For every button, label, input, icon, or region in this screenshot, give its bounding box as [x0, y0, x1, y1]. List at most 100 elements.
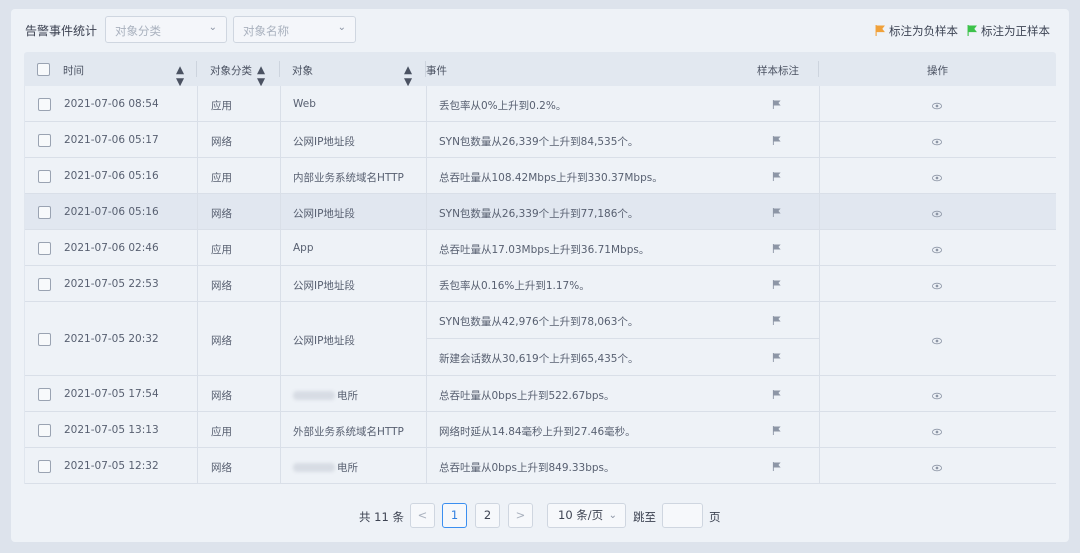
header-sample-mark: 样本标注 — [757, 65, 799, 77]
page-size-select[interactable]: 10 条/页 ⌄ — [547, 503, 626, 528]
row-checkbox[interactable] — [38, 170, 51, 183]
column-divider — [197, 194, 198, 229]
row-checkbox[interactable] — [38, 206, 51, 219]
table-row[interactable]: 2021-07-05 12:32 网络 电所 总吞吐量从0bps上升到849.33bp… — [25, 448, 1056, 484]
row-time: 2021-07-06 05:16 — [64, 170, 159, 182]
flag-icon[interactable] — [772, 135, 781, 145]
header-time: 时间 — [63, 65, 84, 77]
column-divider — [426, 412, 427, 447]
column-divider — [197, 230, 198, 265]
row-object: 内部业务系统域名HTTP — [293, 172, 404, 184]
next-page-button[interactable]: > — [508, 503, 533, 528]
view-eye-icon[interactable] — [932, 335, 942, 345]
table-row[interactable]: 2021-07-06 05:16 应用 内部业务系统域名HTTP 总吞吐量从108.4… — [25, 158, 1056, 194]
flag-icon[interactable] — [772, 171, 781, 181]
flag-icon[interactable] — [772, 243, 781, 253]
row-event: 网络时延从14.84毫秒上升到27.46毫秒。 — [439, 426, 636, 438]
page-1-button[interactable]: 1 — [442, 503, 467, 528]
column-divider — [280, 302, 281, 375]
column-divider — [197, 122, 198, 157]
redacted-text — [293, 391, 335, 400]
view-eye-icon[interactable] — [932, 172, 942, 182]
page-suffix: 页 — [709, 510, 721, 524]
view-eye-icon[interactable] — [932, 426, 942, 436]
chevron-down-icon: ⌄ — [337, 22, 346, 33]
flag-icon[interactable] — [772, 279, 781, 289]
select-all-checkbox[interactable] — [37, 63, 50, 76]
view-eye-icon[interactable] — [932, 244, 942, 254]
row-checkbox[interactable] — [38, 333, 51, 346]
row-time: 2021-07-06 02:46 — [64, 242, 159, 254]
flag-orange-icon — [875, 25, 885, 36]
row-object: Web — [293, 98, 316, 110]
mark-negative-button[interactable]: 标注为负样本 — [875, 23, 958, 39]
table-row[interactable]: 2021-07-06 05:16 网络 公网IP地址段 SYN包数量从26,339个上… — [25, 194, 1056, 230]
column-divider — [819, 412, 820, 447]
flag-icon[interactable] — [772, 207, 781, 217]
header-divider — [196, 61, 197, 77]
column-divider — [280, 158, 281, 193]
view-eye-icon[interactable] — [932, 280, 942, 290]
row-checkbox[interactable] — [38, 388, 51, 401]
view-eye-icon[interactable] — [932, 100, 942, 110]
column-divider — [280, 194, 281, 229]
column-divider — [280, 412, 281, 447]
page-title: 告警事件统计 — [25, 24, 98, 38]
column-divider — [280, 122, 281, 157]
flag-icon[interactable] — [772, 389, 781, 399]
flag-icon[interactable] — [772, 461, 781, 471]
category-select[interactable]: 对象分类 ⌄ — [105, 16, 227, 43]
mark-positive-label: 标注为正样本 — [981, 24, 1050, 38]
column-divider — [819, 376, 820, 411]
table-header: 时间 ▲ ▼ 对象分类 ▲ ▼ 对象 ▲ ▼ 事件 样本标注 操作 — [24, 52, 1056, 88]
row-event: SYN包数量从26,339个上升到84,535个。 — [439, 136, 639, 148]
row-checkbox[interactable] — [38, 460, 51, 473]
table-row[interactable]: 2021-07-06 05:17 网络 公网IP地址段 SYN包数量从26,339个上… — [25, 122, 1056, 158]
page-2-button[interactable]: 2 — [475, 503, 500, 528]
jump-page-input[interactable] — [662, 503, 703, 528]
table-row[interactable]: 2021-07-05 22:53 网络 公网IP地址段 丢包率从0.16%上升到1.1… — [25, 266, 1056, 302]
view-eye-icon[interactable] — [932, 136, 942, 146]
table-row[interactable]: 2021-07-06 08:54 应用 Web 丢包率从0%上升到0.2%。 — [25, 86, 1056, 122]
sort-time-icon[interactable]: ▲ ▼ — [176, 64, 184, 88]
redacted-text — [293, 463, 335, 472]
table-row[interactable]: 2021-07-05 13:13 应用 外部业务系统域名HTTP 网络时延从14.84… — [25, 412, 1056, 448]
column-divider — [197, 412, 198, 447]
table-row[interactable]: 2021-07-05 17:54 网络 电所 总吞吐量从0bps上升到522.67bp… — [25, 376, 1056, 412]
mark-positive-button[interactable]: 标注为正样本 — [967, 23, 1050, 39]
sort-object-icon[interactable]: ▲ ▼ — [404, 64, 412, 88]
column-divider — [819, 158, 820, 193]
view-eye-icon[interactable] — [932, 208, 942, 218]
sort-category-icon[interactable]: ▲ ▼ — [257, 64, 265, 88]
header-event: 事件 — [426, 65, 447, 77]
row-object: 电所 — [293, 460, 358, 475]
header-divider — [279, 61, 280, 77]
chevron-down-icon: ⌄ — [208, 22, 217, 33]
flag-icon[interactable] — [772, 99, 781, 109]
row-checkbox[interactable] — [38, 242, 51, 255]
flag-icon[interactable] — [772, 425, 781, 435]
view-eye-icon[interactable] — [932, 390, 942, 400]
row-time: 2021-07-05 20:32 — [64, 333, 159, 345]
row-event: 总吞吐量从0bps上升到849.33bps。 — [439, 462, 615, 474]
column-divider — [197, 86, 198, 121]
column-divider — [819, 230, 820, 265]
view-eye-icon[interactable] — [932, 462, 942, 472]
object-name-select[interactable]: 对象名称 ⌄ — [233, 16, 356, 43]
row-event: 丢包率从0.16%上升到1.17%。 — [439, 280, 590, 292]
row-checkbox[interactable] — [38, 98, 51, 111]
row-object: 公网IP地址段 — [293, 335, 355, 347]
flag-icon[interactable] — [772, 352, 781, 362]
row-checkbox[interactable] — [38, 424, 51, 437]
table-row[interactable]: 2021-07-06 02:46 应用 App 总吞吐量从17.03Mbps上升到36… — [25, 230, 1056, 266]
row-checkbox[interactable] — [38, 278, 51, 291]
flag-icon[interactable] — [772, 315, 781, 325]
row-category: 网络 — [211, 280, 232, 292]
column-divider — [426, 158, 427, 193]
row-checkbox[interactable] — [38, 134, 51, 147]
column-divider — [197, 448, 198, 483]
table-row[interactable]: 2021-07-05 20:32 网络 公网IP地址段 SYN包数量从42,976个上… — [25, 302, 1056, 376]
column-divider — [197, 376, 198, 411]
prev-page-button[interactable]: < — [410, 503, 435, 528]
column-divider — [426, 376, 427, 411]
